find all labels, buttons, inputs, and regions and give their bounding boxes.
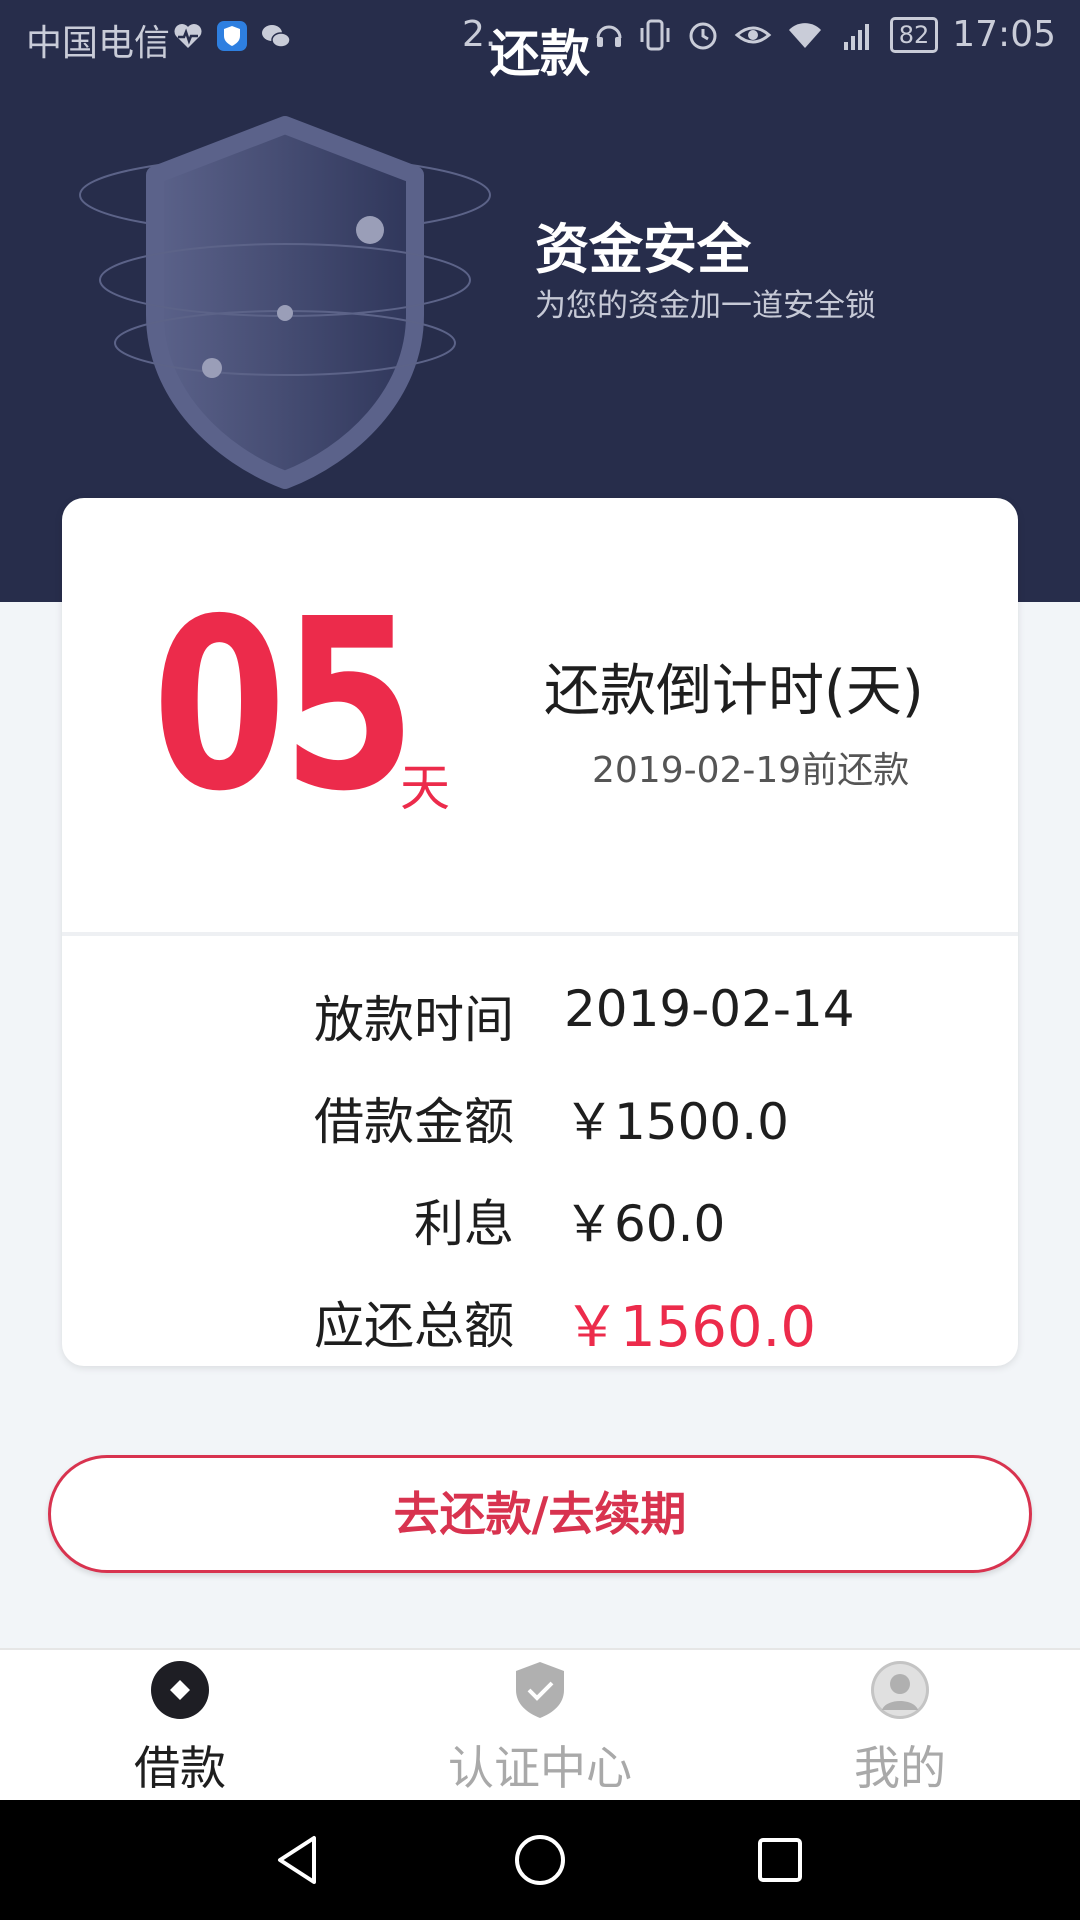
detail-label: 应还总额	[314, 1297, 514, 1355]
tab-certification-center[interactable]: 认证中心	[360, 1650, 720, 1800]
bottom-tab-bar: 借款 认证中心 我的	[0, 1648, 1080, 1800]
tab-mine[interactable]: 我的	[720, 1650, 1080, 1800]
due-date: 2019-02-19前还款	[592, 750, 910, 791]
detail-value: ￥1500.0	[564, 1093, 789, 1151]
detail-label: 利息	[414, 1195, 514, 1253]
detail-row-total-due: 应还总额 ￥1560.0	[62, 1286, 1018, 1360]
detail-value: ￥60.0	[564, 1195, 726, 1253]
shield-check-icon	[516, 1662, 564, 1718]
countdown-unit: 天	[400, 759, 450, 817]
shield-illustration	[79, 116, 491, 489]
repay-renew-button[interactable]: 去还款/去续期	[48, 1455, 1032, 1573]
card-divider	[62, 932, 1018, 936]
total-due-value: ￥1560.0	[564, 1295, 816, 1360]
detail-row-disbursement-date: 放款时间 2019-02-14	[62, 980, 1018, 1050]
countdown-label: 还款倒计时(天)	[544, 659, 924, 724]
home-icon[interactable]	[510, 1830, 570, 1890]
tab-label: 借款	[134, 1741, 226, 1795]
detail-row-interest: 利息 ￥60.0	[62, 1184, 1018, 1254]
detail-label: 放款时间	[314, 991, 514, 1049]
system-navigation-bar	[0, 1800, 1080, 1920]
repayment-card: 05 天 还款倒计时(天) 2019-02-19前还款 放款时间 2019-02…	[62, 498, 1018, 1366]
detail-value: 2019-02-14	[564, 980, 855, 1038]
user-icon	[871, 1661, 929, 1719]
detail-label: 借款金额	[314, 1093, 514, 1151]
recents-icon[interactable]	[750, 1830, 810, 1890]
tab-label: 认证中心	[448, 1741, 632, 1795]
back-icon[interactable]	[270, 1830, 330, 1890]
page-title: 还款	[490, 25, 590, 83]
detail-row-loan-amount: 借款金额 ￥1500.0	[62, 1082, 1018, 1152]
promo-subtitle: 为您的资金加一道安全锁	[535, 288, 876, 324]
loan-icon	[151, 1661, 209, 1719]
tab-label: 我的	[854, 1741, 946, 1795]
countdown-days: 05	[152, 568, 416, 843]
promo-title: 资金安全	[535, 218, 751, 281]
tab-loan[interactable]: 借款	[0, 1650, 360, 1800]
